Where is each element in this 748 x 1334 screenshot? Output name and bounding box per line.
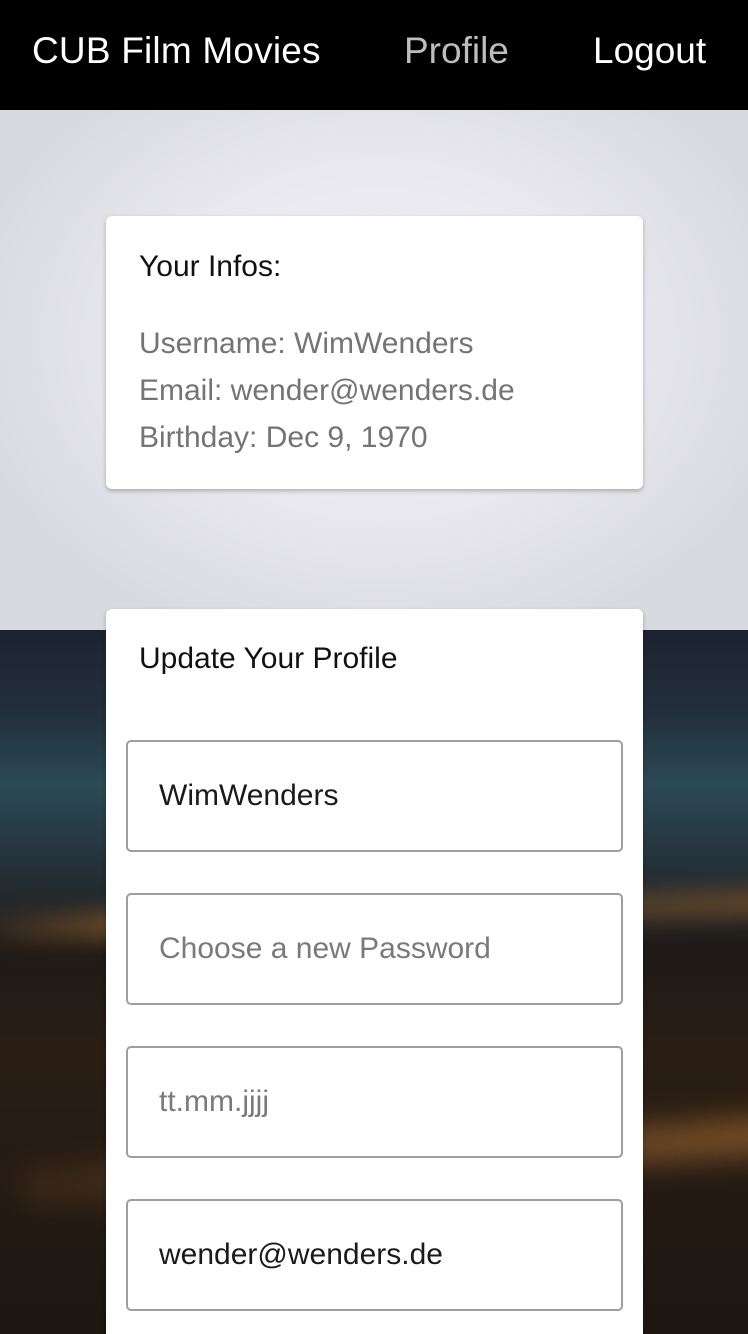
password-input[interactable] xyxy=(126,893,623,1005)
nav-profile-link[interactable]: Profile xyxy=(404,30,509,72)
nav-logout-link[interactable]: Logout xyxy=(593,30,706,72)
update-profile-card: Update Your Profile xyxy=(106,609,643,1334)
update-card-title: Update Your Profile xyxy=(139,642,398,675)
birthday-input[interactable] xyxy=(126,1046,623,1158)
birthday-info: Birthday: Dec 9, 1970 xyxy=(139,421,428,454)
info-card-title: Your Infos: xyxy=(139,250,282,283)
username-input[interactable] xyxy=(126,740,623,852)
username-info: Username: WimWenders xyxy=(139,327,474,360)
email-info: Email: wender@wenders.de xyxy=(139,374,515,407)
brand-link[interactable]: CUB Film Movies xyxy=(32,30,321,72)
user-info-card: Your Infos: Username: WimWenders Email: … xyxy=(106,216,643,489)
top-navbar: CUB Film Movies Profile Logout xyxy=(0,0,748,110)
email-input[interactable] xyxy=(126,1199,623,1311)
